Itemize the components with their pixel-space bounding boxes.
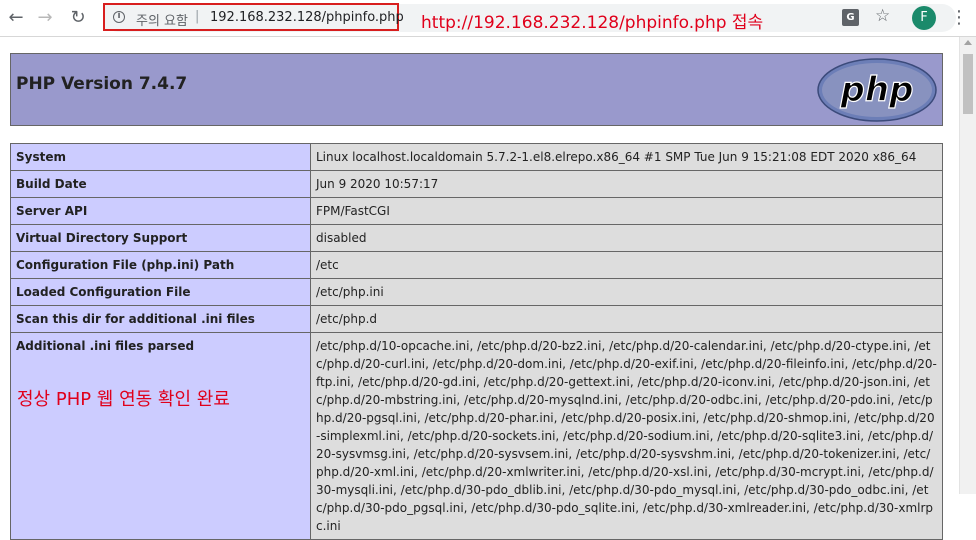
scroll-thumb[interactable] [963,54,973,114]
row-value: Jun 9 2020 10:57:17 [310,170,943,198]
scroll-up-arrow-icon[interactable] [964,40,972,45]
back-arrow-icon[interactable]: ← [4,6,28,30]
success-annotation: 정상 PHP 웹 연동 확인 완료 [17,389,230,410]
table-row: Virtual Directory Support disabled [10,224,943,252]
page-scrollbar[interactable] [959,37,976,494]
table-row: Server API FPM/FastCGI [10,197,943,225]
row-key: System [10,143,311,171]
table-row: System Linux localhost.localdomain 5.7.2-… [10,143,943,171]
table-row: Loaded Configuration File/etc/php.ini [10,278,943,306]
bookmark-star-icon[interactable]: ☆ [875,6,890,26]
row-key: Loaded Configuration File [10,278,311,306]
php-version-title: PHP Version 7.4.7 [16,74,188,94]
reload-icon[interactable]: ↻ [66,6,90,30]
row-value: disabled [310,224,943,252]
row-value: /etc/php.d/10-opcache.ini, /etc/php.d/20… [310,332,943,540]
row-value: /etc/php.d [310,305,943,333]
url-separator: | [195,9,200,24]
url-highlight-box[interactable]: i 주의 요함 | 192.168.232.128/phpinfo.php [103,3,404,31]
row-value: /etc [310,251,943,279]
security-label: 주의 요함 [136,14,188,29]
row-key: Additional .ini files parsed [10,332,311,540]
php-logo-text: php [840,70,914,110]
info-icon[interactable]: i [113,11,125,23]
forward-arrow-icon[interactable]: → [33,6,57,30]
row-value: /etc/php.ini [310,278,943,306]
row-key: Server API [10,197,311,225]
row-value: Linux localhost.localdomain 5.7.2-1.el8.… [310,143,943,171]
table-row: Additional .ini files parsed/etc/php.d/1… [10,332,943,540]
row-key: Build Date [10,170,311,198]
row-key: Scan this dir for additional .ini files [10,305,311,333]
row-key: Virtual Directory Support [10,224,311,252]
table-row: Build Date Jun 9 2020 10:57:17 [10,170,943,198]
kebab-menu-icon[interactable]: ⋮ [950,6,968,30]
url-annotation: http://192.168.232.128/phpinfo.php 접속 [421,13,764,33]
browser-toolbar: ← → ↻ i 주의 요함 | 192.168.232.128/phpinfo.… [0,0,976,37]
profile-avatar[interactable]: F [912,6,936,30]
phpinfo-header: PHP Version 7.4.7 php [10,53,943,126]
php-logo: php [817,58,937,122]
row-value: FPM/FastCGI [310,197,943,225]
translate-icon[interactable]: G [842,9,859,26]
table-row: Scan this dir for additional .ini files /… [10,305,943,333]
url-text[interactable]: 192.168.232.128/phpinfo.php [210,10,404,25]
row-key: Configuration File (php.ini) Path [10,251,311,279]
phpinfo-table: System Linux localhost.localdomain 5.7.2-… [10,143,943,540]
table-row: Configuration File (php.ini) Path/etc [10,251,943,279]
